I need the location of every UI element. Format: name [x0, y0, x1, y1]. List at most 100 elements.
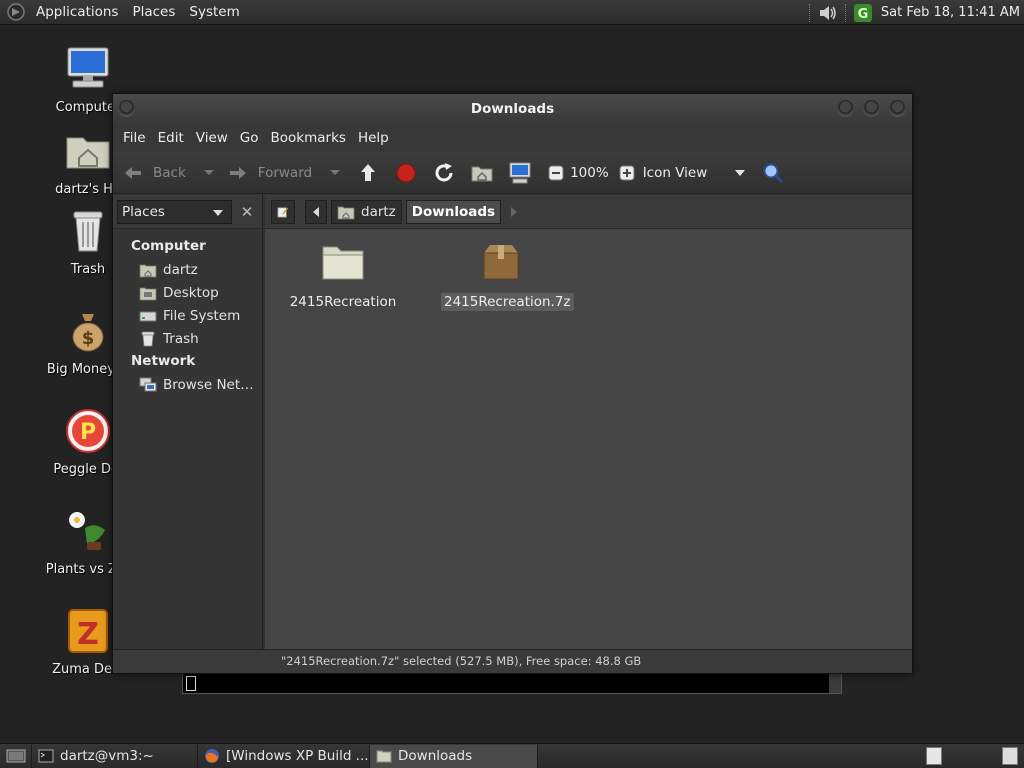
file-manager-window[interactable]: Downloads File Edit View Go Bookmarks He… — [112, 93, 913, 674]
chevron-left-icon — [313, 206, 319, 217]
taskbar-item-downloads[interactable]: Downloads — [370, 744, 538, 768]
menu-view[interactable]: View — [190, 130, 234, 146]
sidebar-item-trash[interactable]: Trash — [113, 327, 262, 350]
path-scroll-right-button[interactable] — [505, 200, 523, 224]
sidebar-section-computer: Computer — [131, 238, 206, 254]
svg-text:P: P — [80, 420, 96, 445]
chevron-down-icon — [734, 169, 745, 176]
sidebar-header: Places ✕ — [113, 195, 262, 229]
panel-separator — [844, 3, 847, 22]
forward-arrow-icon — [229, 166, 246, 179]
background-terminal-window[interactable] — [182, 672, 842, 694]
menu-help[interactable]: Help — [352, 130, 395, 146]
taskbar-item-label: Downloads — [398, 748, 473, 764]
computer-button[interactable] — [508, 158, 532, 188]
back-history-dropdown[interactable] — [203, 170, 214, 175]
computer-icon — [509, 162, 531, 183]
menu-file[interactable]: File — [117, 130, 152, 146]
path-label: dartz — [361, 203, 396, 220]
trash-applet-icon[interactable] — [1002, 747, 1018, 765]
menu-bookmarks[interactable]: Bookmarks — [265, 130, 352, 146]
peggle-icon: P — [66, 409, 110, 453]
window-body: Places ✕ Computer dartz Desktop File Sys… — [113, 195, 912, 651]
sidebar-item-label: Desktop — [163, 284, 219, 301]
plants-icon — [69, 512, 105, 550]
workspace-switcher[interactable] — [926, 747, 942, 765]
path-scroll-left-button[interactable] — [305, 199, 327, 224]
drive-icon — [139, 311, 157, 321]
toggle-location-entry-button[interactable] — [271, 199, 295, 224]
forward-button[interactable]: Forward — [226, 158, 312, 188]
menu-go[interactable]: Go — [234, 130, 265, 146]
sidebar-item-browse-network[interactable]: Browse Net… — [113, 373, 262, 396]
terminal-scrollbar[interactable] — [829, 673, 841, 693]
back-button[interactable]: Back — [121, 158, 186, 188]
home-button[interactable] — [470, 158, 494, 188]
status-bar: "2415Recreation.7z" selected (527.5 MB),… — [113, 649, 912, 673]
panel-separator — [808, 3, 811, 22]
sidebar-item-dartz[interactable]: dartz — [113, 258, 262, 281]
maximize-button[interactable] — [863, 100, 880, 117]
menubar: File Edit View Go Bookmarks Help — [113, 124, 912, 152]
zoom-out-icon — [548, 165, 564, 180]
window-menu-button[interactable] — [118, 100, 135, 117]
view-mode-value: Icon View — [642, 164, 708, 181]
home-folder-icon — [471, 166, 493, 181]
sidebar-item-file-system[interactable]: File System — [113, 304, 262, 327]
sidebar-close-button[interactable]: ✕ — [236, 201, 258, 223]
distro-logo-icon[interactable] — [6, 2, 26, 22]
clock[interactable]: Sat Feb 18, 11:41 AM — [881, 5, 1020, 20]
top-panel: Applications Places System G Sat Feb 18,… — [0, 0, 1024, 25]
computer-icon — [67, 47, 109, 88]
minimize-button[interactable] — [837, 100, 854, 117]
window-titlebar[interactable]: Downloads — [113, 94, 912, 124]
svg-text:Z: Z — [77, 617, 99, 652]
firefox-icon — [205, 749, 219, 763]
terminal-cursor — [186, 676, 196, 691]
stop-button[interactable] — [394, 158, 418, 188]
trash-icon — [73, 211, 103, 252]
zoom-in-button[interactable] — [615, 158, 639, 188]
show-desktop-button[interactable] — [0, 744, 32, 768]
zoom-level[interactable]: 100% — [570, 158, 609, 188]
path-button-downloads[interactable]: Downloads — [405, 199, 502, 224]
menu-applications[interactable]: Applications — [29, 4, 125, 20]
bottom-panel: dartz@vm3:~ [Windows XP Build ... Downlo… — [0, 743, 1024, 768]
menu-system[interactable]: System — [182, 4, 246, 20]
svg-text:$: $ — [82, 328, 95, 349]
reload-icon — [435, 162, 453, 181]
zuma-icon: Z — [68, 609, 108, 653]
file-name: 2415Recreation — [289, 294, 397, 310]
taskbar-item-terminal[interactable]: dartz@vm3:~ — [32, 744, 198, 768]
taskbar-item-label: [Windows XP Build ... — [226, 748, 369, 764]
sidebar-item-desktop[interactable]: Desktop — [113, 281, 262, 304]
file-item-folder[interactable]: 2415Recreation — [283, 239, 403, 311]
folder-icon — [376, 750, 392, 763]
forward-label: Forward — [257, 164, 313, 181]
sidebar-item-label: Trash — [163, 330, 199, 347]
volume-icon[interactable] — [817, 3, 839, 23]
menu-places[interactable]: Places — [125, 4, 182, 20]
sidebar-selector-value: Places — [122, 203, 165, 220]
path-button-dartz[interactable]: dartz — [331, 199, 402, 224]
view-mode-select[interactable]: Icon View — [641, 158, 745, 188]
sidebar-selector[interactable]: Places — [117, 199, 232, 224]
update-manager-icon[interactable]: G — [853, 3, 873, 23]
archive-icon — [483, 245, 519, 280]
reload-button[interactable] — [432, 158, 456, 188]
svg-text:G: G — [858, 7, 869, 22]
zoom-out-button[interactable] — [544, 158, 568, 188]
home-icon — [139, 264, 157, 277]
menu-edit[interactable]: Edit — [152, 130, 190, 146]
show-desktop-icon — [6, 749, 25, 763]
file-name: 2415Recreation.7z — [441, 293, 574, 311]
trash-icon — [141, 331, 155, 346]
up-button[interactable] — [356, 158, 380, 188]
taskbar-item-firefox[interactable]: [Windows XP Build ... — [198, 744, 370, 768]
close-button[interactable] — [889, 100, 906, 117]
file-view[interactable]: 2415Recreation 2415Recreation.7z — [265, 229, 912, 651]
location-bar: dartz Downloads — [265, 195, 912, 229]
search-button[interactable] — [761, 158, 785, 188]
file-item-archive[interactable]: 2415Recreation.7z — [441, 239, 574, 311]
forward-history-dropdown[interactable] — [330, 170, 341, 175]
